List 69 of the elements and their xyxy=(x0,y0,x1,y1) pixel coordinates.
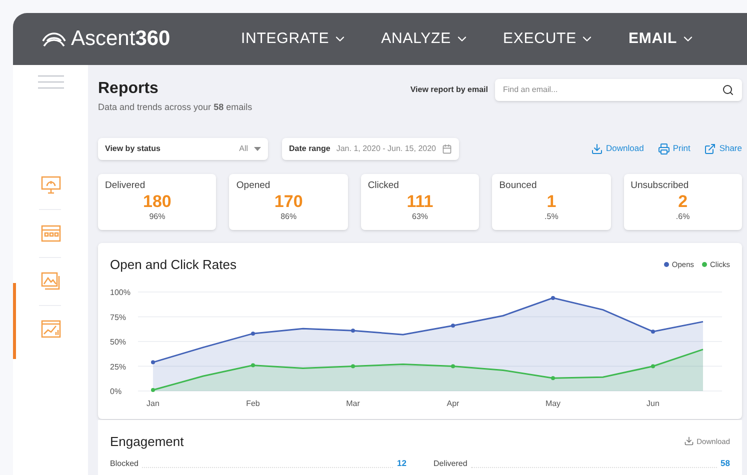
data-point xyxy=(651,364,655,368)
stat-label: Opened xyxy=(236,178,272,192)
data-point xyxy=(351,328,355,333)
page-subtitle: Data and trends across your 58 emails xyxy=(98,101,252,114)
engagement-label: Blocked xyxy=(110,458,138,470)
date-range-value: Jan. 1, 2020 - Jun. 15, 2020 xyxy=(336,142,436,154)
axis-label: Jan xyxy=(146,399,160,408)
data-point xyxy=(251,332,255,336)
axis-label: May xyxy=(545,399,561,408)
stat-percent: .5% xyxy=(544,210,558,223)
dropdown-label: View by status xyxy=(105,142,160,154)
data-point xyxy=(351,364,355,368)
axis-label: Jun xyxy=(646,399,660,408)
data-point xyxy=(551,376,555,380)
stat-percent: 63% xyxy=(412,210,428,223)
dropdown-value: All xyxy=(239,142,248,154)
search-input[interactable]: Find an email... xyxy=(503,84,722,96)
status-dropdown[interactable]: View by status All xyxy=(98,138,268,160)
download-icon xyxy=(591,142,604,154)
data-point xyxy=(251,363,255,368)
stat-value: 180 xyxy=(143,192,172,211)
data-point xyxy=(651,330,655,334)
stat-percent: 96% xyxy=(149,210,166,223)
section-title: Engagement xyxy=(110,432,184,451)
stat-label: Unsubscribed xyxy=(630,178,690,192)
image-icon[interactable] xyxy=(40,272,60,290)
caret-icon xyxy=(254,146,261,150)
stat-percent: .6% xyxy=(676,210,690,223)
nav-menu[interactable]: EMAIL xyxy=(628,28,696,50)
axis-label: 25% xyxy=(110,362,126,372)
data-point xyxy=(451,324,455,328)
stat-value: 170 xyxy=(274,192,303,211)
axis-label: Apr xyxy=(446,399,460,408)
logo-text: Ascent360 xyxy=(71,26,170,52)
menu-icon[interactable] xyxy=(38,75,64,89)
nav-menu[interactable]: ANALYZE xyxy=(381,28,469,50)
axis-label: 50% xyxy=(110,338,126,346)
calendar-icon xyxy=(442,144,452,154)
stat-label: Delivered xyxy=(105,178,146,192)
date-range-label: Date range xyxy=(289,142,330,154)
search-label: View report by email xyxy=(410,84,488,96)
chart-title: Open and Click Rates xyxy=(110,256,236,274)
nav-menu[interactable]: INTEGRATE xyxy=(241,28,348,50)
nav-menu[interactable]: EXECUTE xyxy=(502,28,594,50)
print-icon xyxy=(658,142,670,154)
axis-label: 0% xyxy=(110,387,122,396)
search-field[interactable]: Find an email... xyxy=(495,79,742,101)
page-title: Reports xyxy=(98,79,160,99)
axis-label: 75% xyxy=(110,312,126,322)
chart-icon[interactable] xyxy=(40,320,60,338)
monitor-icon[interactable] xyxy=(40,176,60,194)
stat-value: 1 xyxy=(546,192,556,211)
stat-value: 2 xyxy=(678,192,688,211)
calendar-icon[interactable] xyxy=(40,224,60,242)
share-icon xyxy=(704,142,716,154)
data-point xyxy=(451,364,455,368)
stat-percent: 86% xyxy=(280,210,297,223)
search-icon[interactable] xyxy=(722,84,734,96)
download-icon xyxy=(684,436,694,446)
engagement-value: 12 xyxy=(397,457,406,470)
stat-value: 111 xyxy=(406,192,434,211)
engagement-label: Delivered xyxy=(434,458,468,470)
axis-label: 100% xyxy=(110,288,130,297)
axis-label: Mar xyxy=(346,399,360,408)
date-range-picker[interactable]: Date range Jan. 1, 2020 - Jun. 15, 2020 xyxy=(282,138,459,160)
stat-label: Bounced xyxy=(499,178,538,192)
axis-label: Feb xyxy=(246,399,260,408)
engagement-value: 58 xyxy=(720,457,730,470)
stat-label: Clicked xyxy=(368,178,400,192)
